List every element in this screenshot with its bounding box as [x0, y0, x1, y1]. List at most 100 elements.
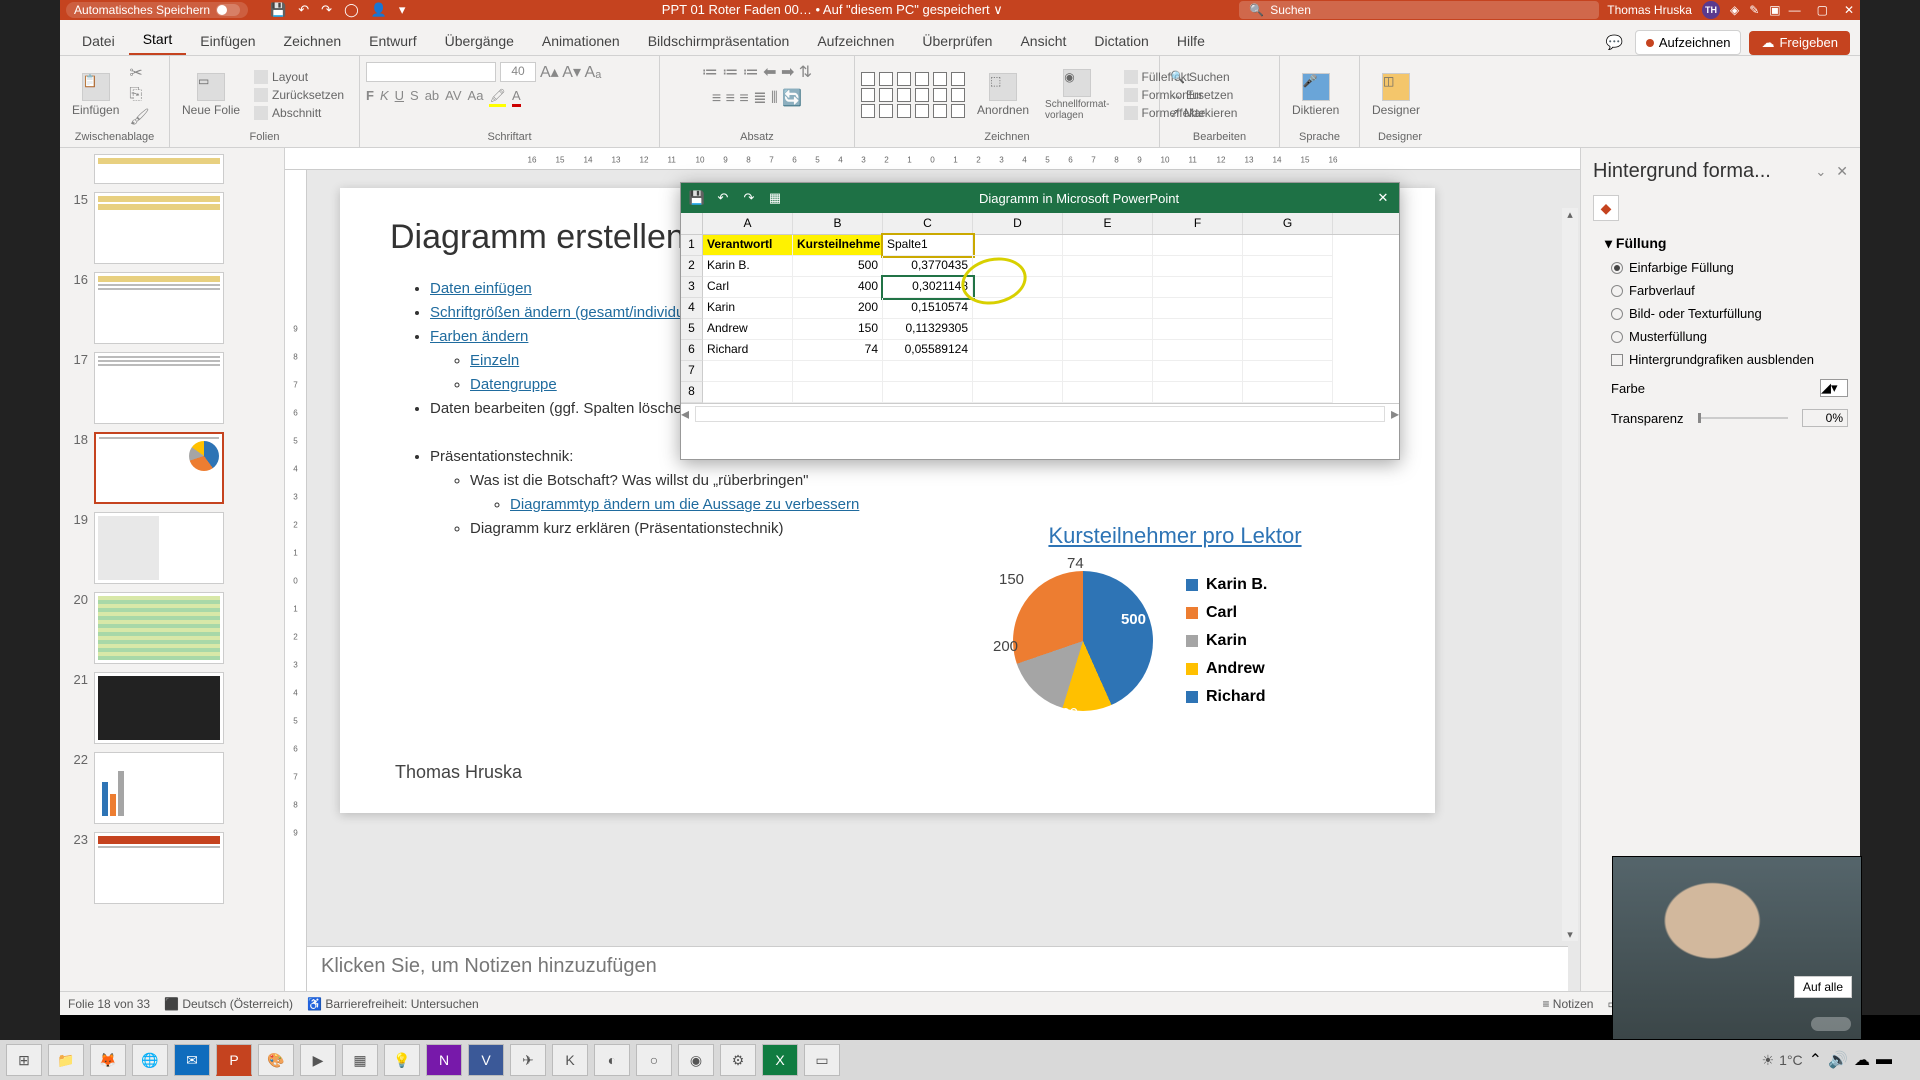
record-button[interactable]: Aufzeichnen: [1635, 30, 1742, 55]
chart-data-window[interactable]: 💾 ↶ ↷ ▦ Diagramm in Microsoft PowerPoint…: [680, 182, 1400, 460]
thumb-18[interactable]: [94, 432, 224, 504]
arrange-button[interactable]: ⬚Anordnen: [971, 69, 1035, 121]
tab-dictation[interactable]: Dictation: [1080, 27, 1162, 55]
tab-bildschirm[interactable]: Bildschirmpräsentation: [634, 27, 804, 55]
thumb-17[interactable]: [94, 352, 224, 424]
chevron-down-icon[interactable]: ⌄: [1815, 164, 1826, 180]
color-picker[interactable]: ◢▾: [1820, 379, 1848, 397]
layout-button[interactable]: Layout: [250, 69, 348, 85]
transparency-slider[interactable]: [1698, 417, 1789, 419]
app7-icon[interactable]: ○: [636, 1044, 672, 1076]
highlight-button[interactable]: 🖍: [489, 88, 506, 107]
vlc-icon[interactable]: ▶: [300, 1044, 336, 1076]
strike-button[interactable]: S: [410, 88, 419, 107]
font-family-select[interactable]: [366, 62, 496, 82]
select-button[interactable]: ↗Markieren: [1166, 105, 1241, 121]
thumb-22[interactable]: [94, 752, 224, 824]
redo-icon[interactable]: ↷: [741, 190, 757, 206]
tray-battery-icon[interactable]: ▬: [1876, 1051, 1892, 1069]
radio-solid-fill[interactable]: Einfarbige Füllung: [1593, 256, 1848, 279]
cut-icon[interactable]: ✂: [129, 63, 149, 83]
tab-uebergaenge[interactable]: Übergänge: [431, 27, 528, 55]
tab-datei[interactable]: Datei: [68, 27, 129, 55]
tab-ansicht[interactable]: Ansicht: [1006, 27, 1080, 55]
thumb-21[interactable]: [94, 672, 224, 744]
pen-icon[interactable]: ✎: [1749, 3, 1759, 17]
formula-bar[interactable]: [695, 406, 1385, 422]
firefox-icon[interactable]: 🦊: [90, 1044, 126, 1076]
find-button[interactable]: 🔍Suchen: [1166, 69, 1241, 85]
radio-picture[interactable]: Bild- oder Texturfüllung: [1593, 302, 1848, 325]
telegram-icon[interactable]: ✈: [510, 1044, 546, 1076]
thumb-16[interactable]: [94, 272, 224, 344]
thumb-20[interactable]: [94, 592, 224, 664]
designer-button[interactable]: ◫Designer: [1366, 69, 1426, 121]
close-icon[interactable]: ✕: [1844, 3, 1854, 17]
taskbar[interactable]: ⊞ 📁 🦊 🌐 ✉ P 🎨 ▶ ▦ 💡 N V ✈ K ◐ ○ ◉ ⚙ X ▭ …: [0, 1040, 1920, 1080]
check-hide-bg[interactable]: Hintergrundgrafiken ausblenden: [1593, 348, 1848, 371]
bold-button[interactable]: F: [366, 88, 374, 107]
excel-icon[interactable]: ▦: [767, 190, 783, 206]
close-panel-icon[interactable]: ✕: [1836, 163, 1848, 180]
radio-pattern[interactable]: Musterfüllung: [1593, 325, 1848, 348]
notes-toggle[interactable]: ≡ Notizen: [1542, 997, 1593, 1011]
shape-gallery[interactable]: [861, 72, 967, 118]
undo-icon[interactable]: ↶: [298, 2, 309, 18]
search-input[interactable]: 🔍Suchen: [1239, 1, 1599, 19]
redo-icon[interactable]: ↷: [321, 2, 332, 18]
transparency-value[interactable]: 0%: [1802, 409, 1848, 427]
weather-widget[interactable]: ☀ 1°C: [1762, 1052, 1803, 1069]
maximize-icon[interactable]: ▢: [1817, 3, 1828, 17]
app9-icon[interactable]: ▭: [804, 1044, 840, 1076]
app3-icon[interactable]: 💡: [384, 1044, 420, 1076]
radio-gradient[interactable]: Farbverlauf: [1593, 279, 1848, 302]
dictate-button[interactable]: 🎤Diktieren: [1286, 69, 1345, 121]
tab-animationen[interactable]: Animationen: [528, 27, 634, 55]
outlook-icon[interactable]: ✉: [174, 1044, 210, 1076]
language-indicator[interactable]: ⬛ Deutsch (Österreich): [164, 997, 293, 1011]
font-size-select[interactable]: 40: [500, 62, 536, 82]
avatar[interactable]: TH: [1702, 1, 1720, 19]
tab-start[interactable]: Start: [129, 25, 187, 55]
section-button[interactable]: Abschnitt: [250, 105, 348, 121]
pie-chart[interactable]: Kursteilnehmer pro Lektor 74 150 200 400…: [995, 523, 1355, 758]
save-icon[interactable]: 💾: [270, 2, 286, 18]
italic-button[interactable]: K: [380, 88, 389, 107]
comment-icon[interactable]: 💬: [1601, 30, 1626, 55]
new-slide-button[interactable]: ▭Neue Folie: [176, 69, 246, 121]
save-icon[interactable]: 💾: [689, 190, 705, 206]
minimize-icon[interactable]: —: [1789, 3, 1801, 17]
quickstyle-button[interactable]: ◉Schnellformat-vorlagen: [1039, 65, 1115, 125]
autosave-toggle[interactable]: Automatisches Speichern: [66, 2, 248, 18]
thumb-23[interactable]: [94, 832, 224, 904]
underline-button[interactable]: U: [395, 88, 404, 107]
refresh-icon[interactable]: ◯: [344, 2, 359, 18]
diamond-icon[interactable]: ◈: [1730, 3, 1739, 17]
clock[interactable]: [1898, 1053, 1914, 1066]
undo-icon[interactable]: ↶: [715, 190, 731, 206]
copy-icon[interactable]: ⎘: [129, 86, 149, 104]
fill-tab-icon[interactable]: ◆: [1593, 195, 1619, 221]
person-icon[interactable]: 👤: [371, 2, 387, 18]
thumb-15[interactable]: [94, 192, 224, 264]
user-name[interactable]: Thomas Hruska: [1607, 3, 1692, 17]
slide-thumbnails[interactable]: 15 16 17 18 19 20 21 22 23: [60, 148, 285, 991]
font-color-button[interactable]: A: [512, 88, 521, 107]
app-icon[interactable]: 🎨: [258, 1044, 294, 1076]
format-painter-icon[interactable]: 🖌: [129, 107, 149, 127]
app5-icon[interactable]: K: [552, 1044, 588, 1076]
close-icon[interactable]: ✕: [1375, 190, 1391, 206]
tray-volume-icon[interactable]: 🔊: [1828, 1050, 1848, 1070]
powerpoint-icon[interactable]: P: [216, 1044, 252, 1076]
app4-icon[interactable]: V: [468, 1044, 504, 1076]
tab-einfuegen[interactable]: Einfügen: [186, 27, 269, 55]
tab-aufzeichnen[interactable]: Aufzeichnen: [803, 27, 908, 55]
onenote-icon[interactable]: N: [426, 1044, 462, 1076]
tab-hilfe[interactable]: Hilfe: [1163, 27, 1219, 55]
tab-ueberpruefen[interactable]: Überprüfen: [908, 27, 1006, 55]
reset-button[interactable]: Zurücksetzen: [250, 87, 348, 103]
slide-editor[interactable]: 1615141312111098765432101234567891011121…: [285, 148, 1580, 991]
app6-icon[interactable]: ◐: [594, 1044, 630, 1076]
app2-icon[interactable]: ▦: [342, 1044, 378, 1076]
replace-button[interactable]: ↔Ersetzen: [1166, 87, 1241, 103]
